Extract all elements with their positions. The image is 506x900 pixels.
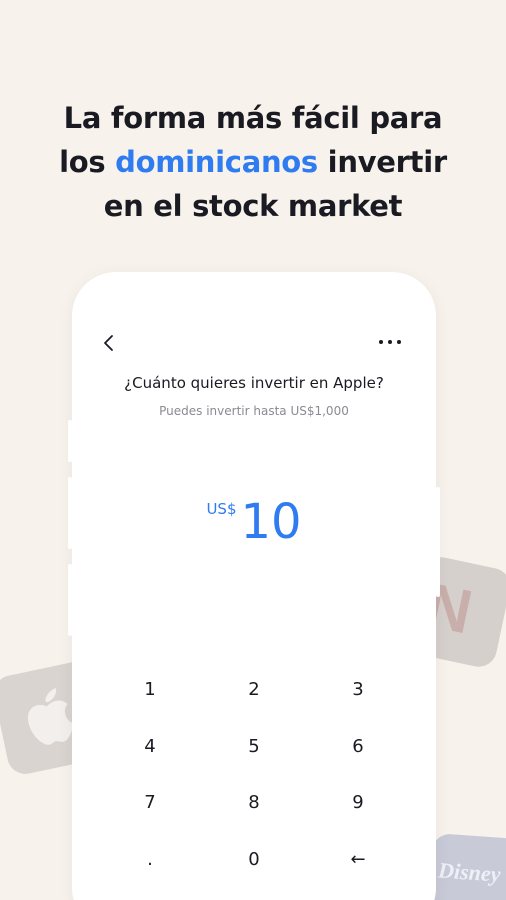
key-backspace-icon[interactable]: ← [318,840,398,880]
headline-line-2-suffix: invertir [317,145,447,179]
headline-line-2-prefix: los [59,145,116,179]
key-5[interactable]: 5 [214,727,294,767]
key-1[interactable]: 1 [110,670,190,710]
amount-display: US$10 [72,494,436,550]
key-2[interactable]: 2 [214,670,294,710]
chevron-left-icon[interactable] [99,330,121,356]
headline-line-1: La forma más fácil para [63,101,443,135]
phone-side-button [68,420,72,462]
key-8[interactable]: 8 [214,783,294,823]
headline-line-3: en el stock market [103,189,403,223]
phone-side-button [68,564,72,636]
amount-question: ¿Cuánto quieres invertir en Apple? [124,374,384,392]
key-6[interactable]: 6 [318,727,398,767]
key-9[interactable]: 9 [318,783,398,823]
key-decimal[interactable]: . [110,840,190,880]
key-7[interactable]: 7 [110,783,190,823]
key-3[interactable]: 3 [318,670,398,710]
phone-side-button [436,487,440,597]
amount-value: 10 [240,494,302,550]
disney-logo-text: Disney [437,857,502,887]
investment-limit-hint: Puedes invertir hasta US$1,000 [159,404,349,418]
headline: La forma más fácil para los dominicanos … [0,96,506,228]
more-horizontal-icon[interactable] [377,334,403,350]
disney-logo-icon: Disney [427,832,506,900]
headline-line-2: los dominicanos invertir [0,140,506,184]
headline-accent-word: dominicanos [115,145,318,179]
currency-label: US$ [206,500,237,518]
key-0[interactable]: 0 [214,840,294,880]
key-4[interactable]: 4 [110,727,190,767]
phone-mockup: ¿Cuánto quieres invertir en Apple? Puede… [68,272,440,900]
